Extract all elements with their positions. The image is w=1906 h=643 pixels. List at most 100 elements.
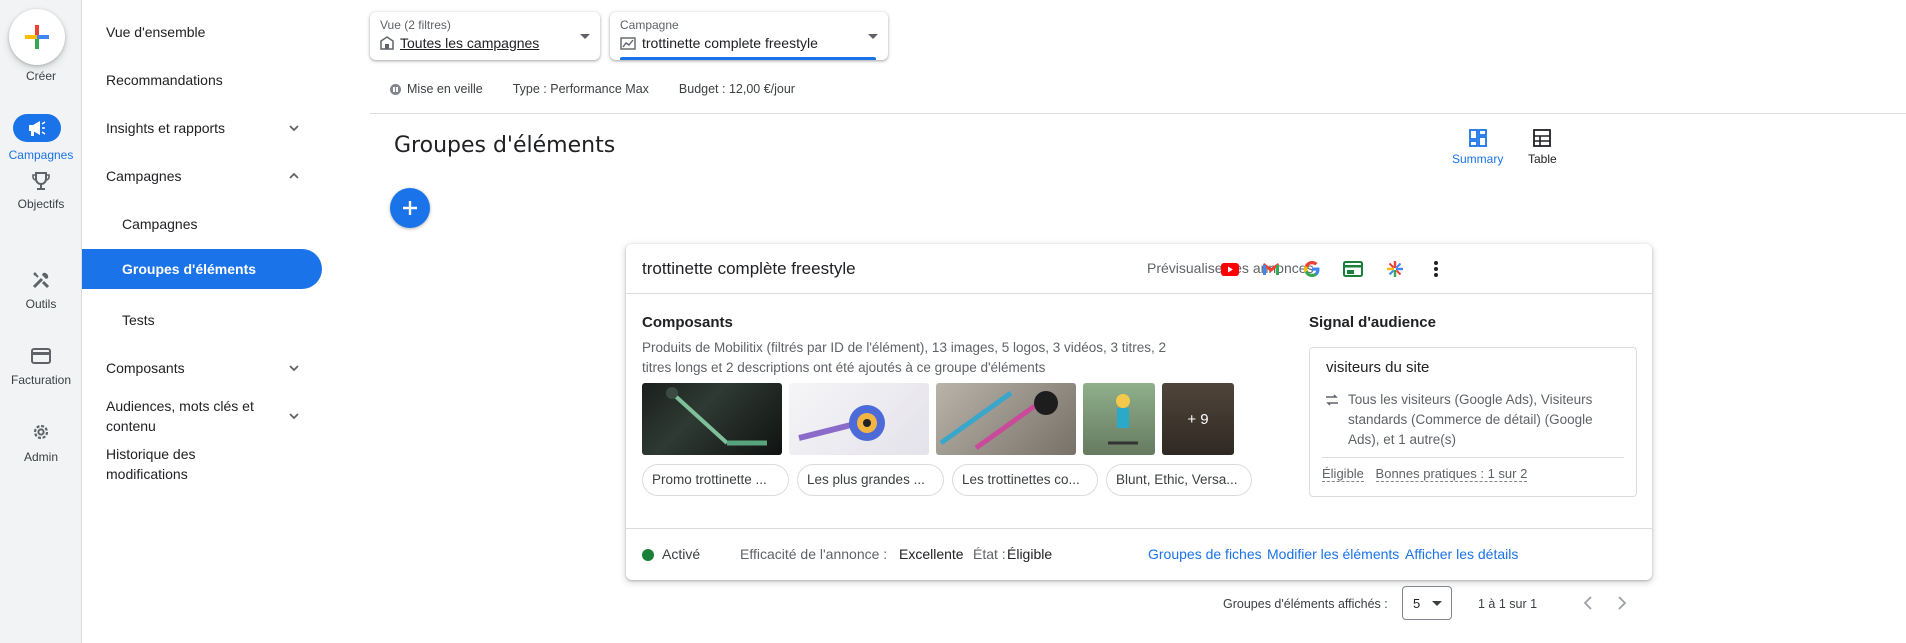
text-asset-chip[interactable]: Promo trottinette ... bbox=[642, 464, 789, 496]
search-preview-button[interactable] bbox=[1301, 258, 1323, 280]
discover-preview-button[interactable] bbox=[1384, 258, 1406, 280]
chevron-up-icon bbox=[289, 172, 299, 179]
view-picker[interactable]: Vue (2 filtres) Toutes les campagnes bbox=[370, 12, 600, 60]
budget-item[interactable]: Budget : 12,00 €/jour bbox=[679, 82, 795, 96]
edit-assets-link[interactable]: Modifier les éléments bbox=[1267, 546, 1399, 562]
audience-description: Tous les visiteurs (Google Ads), Visiteu… bbox=[1348, 392, 1593, 447]
nav-item-label: Campagnes bbox=[122, 216, 198, 232]
ad-strength-value: Excellente bbox=[899, 546, 964, 562]
youtube-icon bbox=[1221, 262, 1239, 276]
image-asset-thumbnail[interactable] bbox=[936, 383, 1076, 455]
nav-item-audiences[interactable]: Audiences, mots clés et contenu bbox=[82, 396, 322, 436]
view-table-button[interactable]: Table bbox=[1528, 128, 1557, 166]
listing-groups-link[interactable]: Groupes de fiches bbox=[1148, 546, 1262, 562]
chevron-down-icon bbox=[289, 125, 299, 132]
nav-item-tests[interactable]: Tests bbox=[82, 300, 322, 340]
nav-item-label: Composants bbox=[106, 360, 185, 376]
nav-item-campaigns[interactable]: Campagnes bbox=[82, 204, 322, 244]
image-asset-thumbnail[interactable] bbox=[789, 383, 929, 455]
nav-item-campaigns-group[interactable]: Campagnes bbox=[82, 156, 322, 196]
view-summary-label: Summary bbox=[1452, 152, 1504, 166]
rail-item-goals[interactable] bbox=[21, 170, 61, 194]
image-asset-thumbnail[interactable] bbox=[642, 383, 782, 455]
table-icon bbox=[1533, 129, 1552, 147]
pause-icon bbox=[390, 83, 401, 95]
campaign-picker-value-row: trottinette complete freestyle bbox=[620, 35, 878, 51]
rail-item-admin[interactable] bbox=[21, 420, 61, 444]
display-preview-button[interactable] bbox=[1342, 258, 1364, 280]
rail-item-campaigns[interactable] bbox=[13, 114, 61, 142]
components-description: Produits de Mobilitix (filtrés par ID de… bbox=[642, 340, 1167, 375]
budget-text: Budget : 12,00 €/jour bbox=[678, 82, 795, 96]
view-picker-value-row: Toutes les campagnes bbox=[380, 35, 590, 51]
nav-item-label: Campagnes bbox=[106, 168, 182, 184]
building-icon bbox=[380, 36, 394, 50]
youtube-preview-button[interactable] bbox=[1219, 258, 1241, 280]
view-picker-label: Vue (2 filtres) bbox=[380, 18, 451, 32]
add-asset-group-button[interactable] bbox=[390, 188, 430, 228]
main-area: Vue (2 filtres) Toutes les campagnes Cam… bbox=[322, 0, 1906, 643]
rail-label-tools[interactable]: Outils bbox=[0, 297, 82, 311]
asset-group-card: trottinette complète freestyle Prévisual… bbox=[626, 244, 1652, 580]
view-picker-value: Toutes les campagnes bbox=[400, 35, 540, 51]
campaign-picker-label: Campagne bbox=[620, 18, 679, 32]
chevron-down-icon bbox=[1432, 601, 1442, 606]
nav-item-change-history[interactable]: Historique des modifications bbox=[82, 444, 322, 484]
rail-label-create[interactable]: Créer bbox=[0, 69, 82, 83]
rail-item-billing[interactable] bbox=[21, 344, 61, 368]
rail-label-campaigns[interactable]: Campagnes bbox=[0, 148, 82, 162]
chevron-down-icon bbox=[580, 34, 590, 39]
divider bbox=[370, 113, 1906, 114]
gear-icon bbox=[33, 424, 49, 440]
more-options-button[interactable] bbox=[1425, 258, 1447, 280]
text-asset-chip[interactable]: Les plus grandes ... bbox=[797, 464, 944, 496]
view-details-link[interactable]: Afficher les détails bbox=[1405, 546, 1518, 562]
more-images-thumbnail[interactable]: + 9 bbox=[1162, 383, 1234, 455]
campaign-picker[interactable]: Campagne trottinette complete freestyle bbox=[610, 12, 888, 60]
more-vert-icon bbox=[1434, 261, 1438, 277]
nav-item-overview[interactable]: Vue d'ensemble bbox=[82, 12, 322, 52]
create-button[interactable] bbox=[9, 9, 65, 65]
nav-item-label: Groupes d'éléments bbox=[122, 261, 257, 277]
image-asset-thumbnail[interactable] bbox=[1083, 383, 1155, 455]
rail-label-billing[interactable]: Facturation bbox=[0, 373, 82, 387]
scooter-image bbox=[666, 387, 767, 446]
text-asset-chip[interactable]: Blunt, Ethic, Versa... bbox=[1106, 464, 1252, 496]
audience-best-practices[interactable]: Bonnes pratiques : 1 sur 2 bbox=[1375, 466, 1528, 482]
nav-item-label: Vue d'ensemble bbox=[106, 24, 206, 40]
view-table-label: Table bbox=[1528, 152, 1557, 166]
nav-item-asset-groups[interactable]: Groupes d'éléments bbox=[82, 249, 322, 289]
chevron-left-icon[interactable] bbox=[1582, 595, 1594, 611]
chevron-down-icon bbox=[868, 34, 878, 39]
divider bbox=[1322, 457, 1624, 458]
asset-group-title[interactable]: trottinette complète freestyle bbox=[642, 259, 856, 279]
audience-footer: Éligible Bonnes pratiques : 1 sur 2 bbox=[1322, 466, 1528, 482]
dashboard-icon bbox=[1468, 129, 1487, 147]
more-images-count: + 9 bbox=[1162, 383, 1234, 455]
page-size-value: 5 bbox=[1413, 596, 1421, 611]
type-text: Type : Performance Max bbox=[512, 82, 649, 96]
picker-underline bbox=[620, 57, 876, 60]
scooter-image bbox=[798, 405, 885, 441]
rail-item-tools[interactable] bbox=[21, 268, 61, 292]
components-title: Composants bbox=[642, 314, 733, 331]
nav-item-recommendations[interactable]: Recommandations bbox=[82, 60, 322, 100]
status-item: Mise en veille bbox=[390, 82, 483, 96]
nav-item-insights[interactable]: Insights et rapports bbox=[82, 108, 322, 148]
chevron-right-icon[interactable] bbox=[1616, 595, 1628, 611]
credit-card-icon bbox=[31, 348, 51, 364]
pager-range: 1 à 1 sur 1 bbox=[1478, 597, 1538, 611]
campaign-icon bbox=[29, 121, 46, 136]
nav-item-assets[interactable]: Composants bbox=[82, 348, 322, 388]
card-footer: Activé Efficacité de l'annonce : Excelle… bbox=[626, 528, 1652, 580]
rail-label-admin[interactable]: Admin bbox=[0, 450, 82, 464]
rail-label-goals[interactable]: Objectifs bbox=[0, 197, 82, 211]
page-size-select[interactable]: 5 bbox=[1402, 586, 1452, 620]
sync-icon bbox=[1326, 394, 1338, 406]
text-asset-chip[interactable]: Les trottinettes co... bbox=[952, 464, 1098, 496]
nav-item-label: Audiences, mots clés et contenu bbox=[106, 398, 254, 434]
gmail-preview-button[interactable] bbox=[1260, 258, 1282, 280]
audience-signal-box[interactable]: visiteurs du site Tous les visiteurs (Go… bbox=[1309, 347, 1637, 497]
type-item: Type : Performance Max bbox=[513, 82, 649, 96]
view-summary-button[interactable]: Summary bbox=[1452, 128, 1503, 166]
